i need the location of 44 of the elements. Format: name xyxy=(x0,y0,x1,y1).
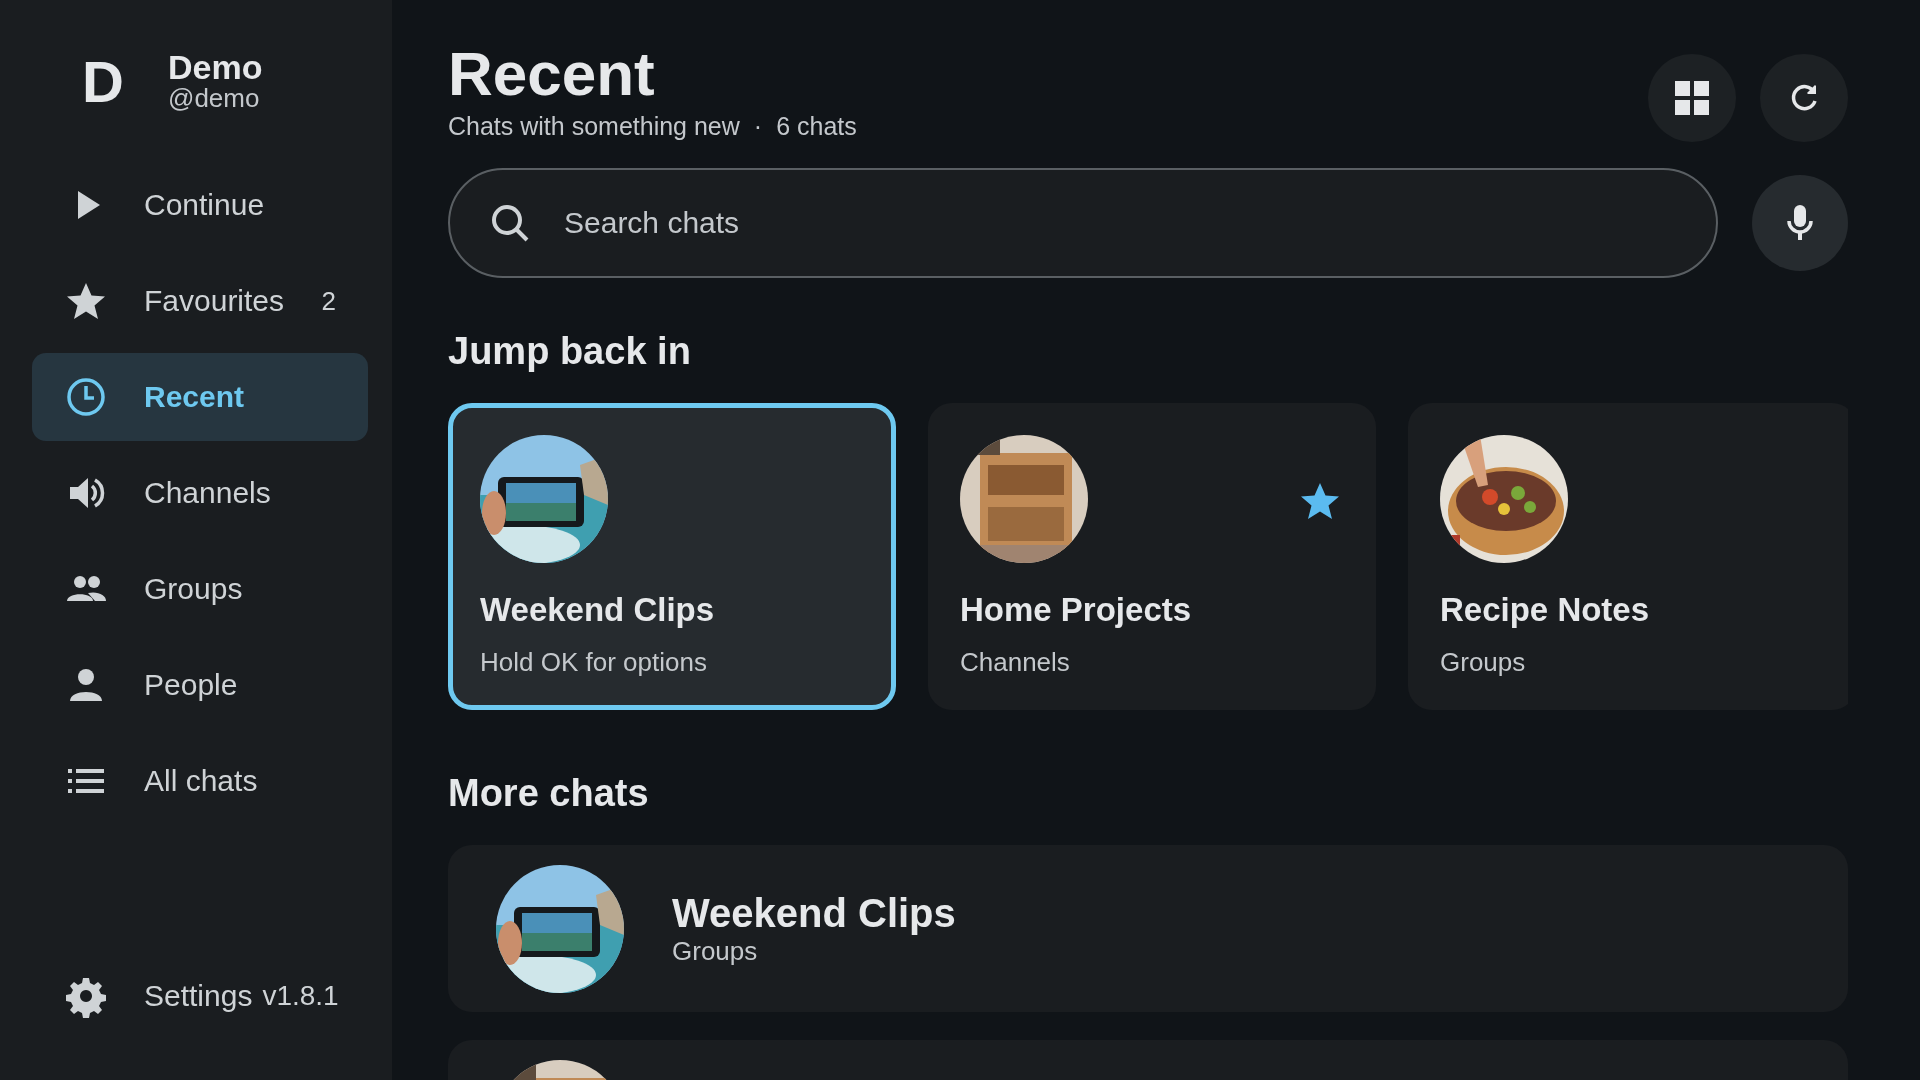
chat-count: 6 chats xyxy=(776,112,857,142)
card-title: Weekend Clips xyxy=(480,591,716,629)
microphone-icon xyxy=(1785,203,1815,243)
page-subtitle: Chats with something new xyxy=(448,112,740,142)
section-heading: More chats xyxy=(448,772,650,815)
chat-card[interactable]: Recipe Notes Groups xyxy=(1408,403,1848,710)
settings-label: Settings xyxy=(144,979,253,1013)
separator-dot: · xyxy=(753,112,763,142)
search-icon xyxy=(490,203,530,243)
nav-item[interactable]: Groups xyxy=(32,545,368,633)
chat-card[interactable]: Home Projects Channels xyxy=(928,403,1376,710)
card-subtitle: Hold OK for options xyxy=(480,647,708,678)
version-label: v1.8.1 xyxy=(262,980,339,1012)
nav-label: Recent xyxy=(144,380,245,414)
chat-title: Weekend Clips xyxy=(672,890,956,936)
nav-label: Channels xyxy=(144,476,271,510)
nav-label: All chats xyxy=(144,764,258,798)
nav-label: Continue xyxy=(144,188,265,222)
avatar-initial: D xyxy=(82,48,125,115)
nav-item[interactable]: Recent xyxy=(32,353,368,441)
card-subtitle: Channels xyxy=(960,647,1071,678)
chat-row[interactable]: Weekend Clips Groups xyxy=(448,845,1848,1012)
nav-item[interactable]: Favourites 2 xyxy=(32,257,368,345)
nav-label: Favourites xyxy=(144,284,285,318)
nav-item[interactable]: Continue xyxy=(32,161,368,249)
card-subtitle: Groups xyxy=(1440,647,1527,678)
chat-card[interactable]: Weekend Clips Hold OK for options xyxy=(448,403,896,710)
clock-icon xyxy=(64,375,108,419)
page-title: Recent xyxy=(448,40,656,109)
nav-item[interactable]: All chats xyxy=(32,737,368,825)
nav-label: Groups xyxy=(144,572,243,606)
search-field[interactable]: Search chats xyxy=(448,168,1718,278)
nav-label: People xyxy=(144,668,238,702)
nav-item[interactable]: Channels xyxy=(32,449,368,537)
nav-item[interactable]: People xyxy=(32,641,368,729)
settings-item[interactable]: Settings v1.8.1 xyxy=(32,952,368,1040)
section-heading: Jump back in xyxy=(448,330,692,373)
profile-name: Demo xyxy=(168,50,263,85)
chat-subtitle: Groups xyxy=(672,935,759,967)
grid-icon xyxy=(1675,81,1709,115)
nav-count: 2 xyxy=(321,285,336,317)
card-title: Home Projects xyxy=(960,591,1193,629)
profile-handle: @demo xyxy=(168,84,261,113)
card-title: Recipe Notes xyxy=(1440,591,1651,629)
